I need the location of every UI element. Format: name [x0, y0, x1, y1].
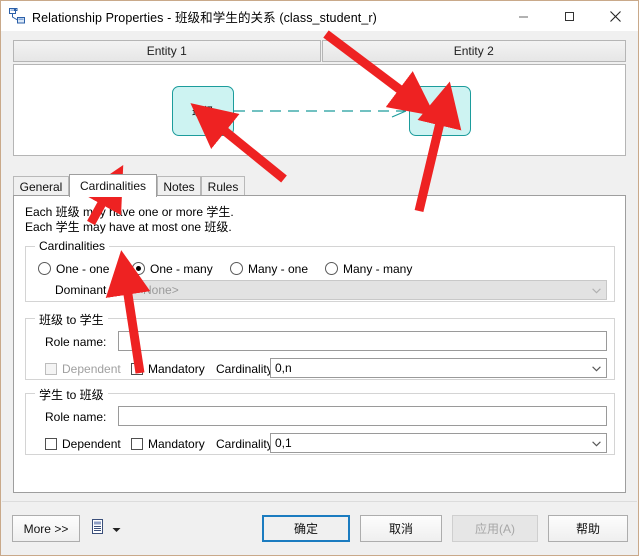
ok-button-label: 确定	[293, 522, 318, 536]
ok-button[interactable]: 确定	[262, 515, 350, 542]
dependent-checkbox-ab-label: Dependent	[62, 361, 121, 376]
group-student-to-class: 学生 to 班级 Role name: Dependent Mandatory …	[25, 386, 615, 455]
radio-one-many-indicator	[132, 262, 145, 275]
group-class-to-student: 班级 to 学生 Role name: Dependent Mandatory …	[25, 311, 615, 380]
description-line-2: Each 学生 may have at most one 班级.	[25, 220, 232, 234]
cardinality-value-ba: 0,1	[275, 436, 292, 450]
role-name-input-ab[interactable]	[118, 331, 607, 351]
apply-button-label: 应用(A)	[475, 522, 515, 536]
entity1-header[interactable]: Entity 1	[13, 40, 321, 62]
relationship-description: Each 班级 may have one or more 学生. Each 学生…	[25, 205, 234, 235]
entity-header-row: Entity 1 Entity 2	[13, 40, 626, 62]
dependent-checkbox-ab-box	[45, 362, 57, 375]
radio-one-one-label: One - one	[56, 261, 110, 276]
document-list-icon	[92, 519, 106, 538]
entity-box-left-label: 班级	[192, 106, 214, 118]
dominant-role-value: <None>	[136, 283, 179, 297]
radio-many-many-indicator	[325, 262, 338, 275]
relationship-properties-dialog: Relationship Properties - 班级和学生的关系 (clas…	[0, 0, 639, 556]
radio-many-many[interactable]: Many - many	[325, 260, 412, 277]
chevron-down-icon	[592, 434, 601, 452]
more-button[interactable]: More >>	[12, 515, 80, 542]
help-button[interactable]: 帮助	[548, 515, 628, 542]
mandatory-checkbox-ba[interactable]: Mandatory	[131, 435, 205, 452]
caret-down-icon	[112, 522, 121, 536]
dependent-checkbox-ba-box	[45, 437, 57, 450]
radio-many-one-label: Many - one	[248, 261, 309, 276]
cancel-button-label: 取消	[388, 522, 413, 536]
mandatory-checkbox-ba-box	[131, 437, 143, 450]
chevron-down-icon	[592, 281, 601, 299]
chevron-down-icon	[592, 359, 601, 377]
role-name-label-ab: Role name:	[45, 335, 107, 349]
dominant-role-label: Dominant role:	[55, 283, 134, 297]
relationship-link	[234, 104, 407, 118]
help-button-label: 帮助	[575, 522, 600, 536]
window-title: Relationship Properties - 班级和学生的关系 (clas…	[32, 10, 377, 25]
cardinality-combobox-ab[interactable]: 0,n	[270, 358, 607, 378]
entity-box-right-label: 学生	[429, 106, 451, 118]
tab-strip: General Cardinalities Notes Rules	[13, 174, 626, 197]
radio-one-one-indicator	[38, 262, 51, 275]
radio-many-one-indicator	[230, 262, 243, 275]
tab-rules[interactable]: Rules	[201, 176, 245, 196]
dependent-checkbox-ba[interactable]: Dependent	[45, 435, 121, 452]
minimize-button[interactable]	[500, 1, 546, 31]
tab-rules-label: Rules	[207, 179, 239, 194]
radio-one-many[interactable]: One - many	[132, 260, 213, 277]
radio-many-many-label: Many - many	[343, 261, 413, 276]
entity1-header-label: Entity 1	[146, 44, 187, 58]
group-class-to-student-title: 班级 to 学生	[35, 311, 108, 328]
radio-one-many-label: One - many	[150, 261, 213, 276]
tab-notes[interactable]: Notes	[157, 176, 201, 196]
role-name-input-ba[interactable]	[118, 406, 607, 426]
radio-one-one[interactable]: One - one	[38, 260, 109, 277]
relationship-icon	[9, 8, 25, 24]
cardinality-label-ab: Cardinality:	[216, 362, 277, 376]
entity-box-right[interactable]: 学生	[409, 86, 471, 136]
window-controls	[500, 1, 638, 31]
tab-notes-label: Notes	[163, 179, 195, 194]
radio-many-one[interactable]: Many - one	[230, 260, 308, 277]
tab-cardinalities[interactable]: Cardinalities	[69, 174, 157, 197]
maximize-button[interactable]	[546, 1, 592, 31]
cancel-button[interactable]: 取消	[360, 515, 442, 542]
entity2-header-label: Entity 2	[453, 44, 494, 58]
mandatory-checkbox-ab-label: Mandatory	[148, 361, 205, 376]
mandatory-checkbox-ab[interactable]: Mandatory	[131, 360, 205, 377]
dominant-role-combobox[interactable]: <None>	[131, 280, 607, 300]
cardinality-combobox-ba[interactable]: 0,1	[270, 433, 607, 453]
more-button-label: More >>	[23, 521, 69, 536]
dialog-footer: More >> 确定 取消 应用(A) 帮助	[2, 501, 637, 555]
cardinality-label-ba: Cardinality:	[216, 437, 277, 451]
tab-general[interactable]: General	[13, 176, 69, 196]
tab-cardinalities-label: Cardinalities	[79, 179, 147, 193]
tab-general-label: General	[19, 179, 63, 194]
entity-box-left[interactable]: 班级	[172, 86, 234, 136]
report-menu-button[interactable]	[92, 519, 121, 538]
mandatory-checkbox-ba-label: Mandatory	[148, 436, 205, 451]
mandatory-checkbox-ab-box	[131, 362, 143, 375]
role-name-label-ba: Role name:	[45, 410, 107, 424]
cardinality-value-ab: 0,n	[275, 361, 292, 375]
title-bar: Relationship Properties - 班级和学生的关系 (clas…	[1, 1, 638, 31]
cardinalities-group: Cardinalities One - one One - many Many …	[25, 239, 615, 302]
apply-button[interactable]: 应用(A)	[452, 515, 538, 542]
group-student-to-class-title: 学生 to 班级	[35, 386, 108, 403]
description-line-1: Each 班级 may have one or more 学生.	[25, 205, 234, 219]
dependent-checkbox-ab[interactable]: Dependent	[45, 360, 121, 377]
entity2-header[interactable]: Entity 2	[321, 40, 626, 62]
cardinalities-group-title: Cardinalities	[35, 239, 110, 253]
close-button[interactable]	[592, 1, 638, 31]
dependent-checkbox-ba-label: Dependent	[62, 436, 121, 451]
cardinalities-tab-page: Each 班级 may have one or more 学生. Each 学生…	[13, 195, 626, 493]
relationship-diagram[interactable]: 班级 学生	[13, 64, 626, 156]
